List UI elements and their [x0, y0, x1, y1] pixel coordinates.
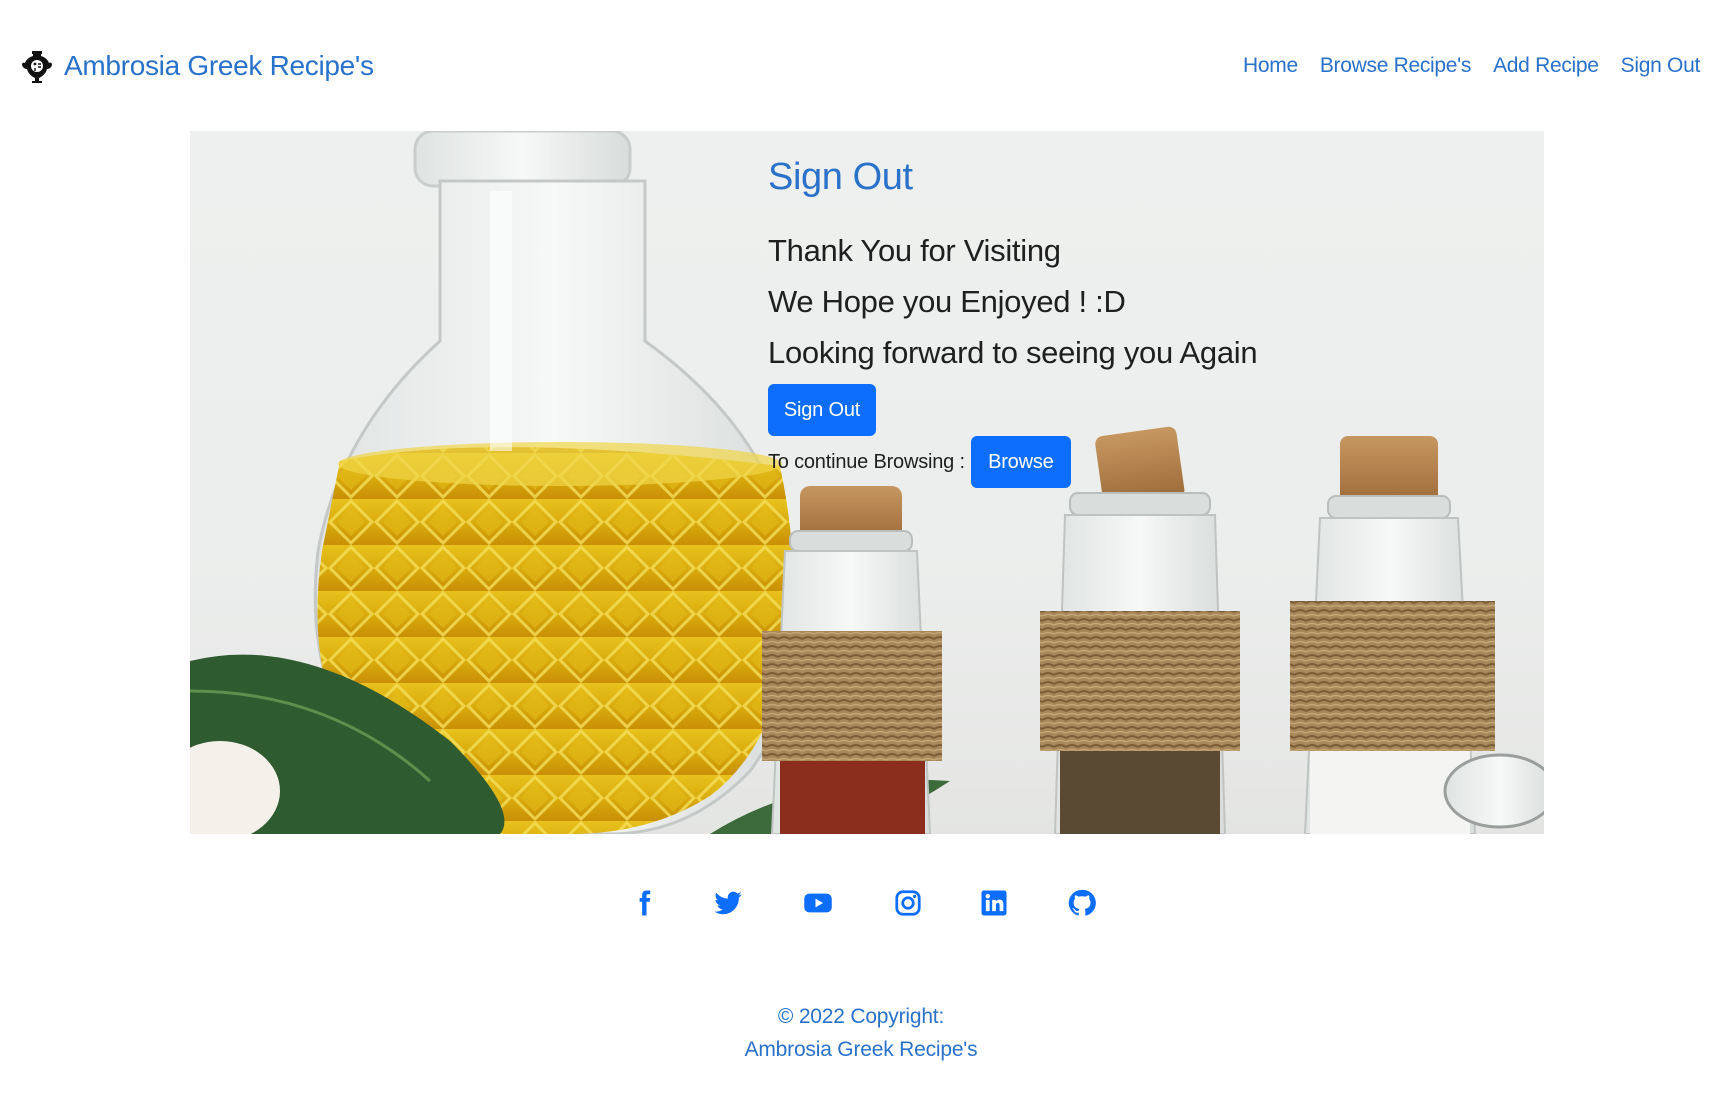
brand-title: Ambrosia Greek Recipe's	[64, 50, 374, 81]
nav-sign-out-link[interactable]: Sign Out	[1621, 54, 1701, 78]
footer-site-link[interactable]: Ambrosia Greek Recipe's	[0, 1033, 1722, 1066]
browse-button[interactable]: Browse	[970, 436, 1071, 488]
nav-home-link[interactable]: Home	[1243, 54, 1298, 78]
page-title: Sign Out	[768, 156, 913, 198]
nav-browse-recipes-link[interactable]: Browse Recipe's	[1320, 54, 1472, 78]
instagram-icon[interactable]	[890, 885, 926, 921]
greek-amphora-icon	[22, 51, 52, 83]
navbar: Ambrosia Greek Recipe's Home Browse Reci…	[0, 0, 1722, 132]
looking-forward-message: Looking forward to seeing you Again	[768, 335, 1258, 370]
footer: © 2022 Copyright: Ambrosia Greek Recipe'…	[0, 1000, 1722, 1066]
nav-links: Home Browse Recipe's Add Recipe Sign Out	[1243, 54, 1700, 78]
social-links	[0, 885, 1722, 925]
nav-add-recipe-link[interactable]: Add Recipe	[1493, 54, 1599, 78]
github-icon[interactable]	[1064, 885, 1100, 921]
linkedin-icon[interactable]	[976, 885, 1012, 921]
continue-browsing-label: To continue Browsing :	[768, 450, 965, 473]
enjoyed-message: We Hope you Enjoyed ! :D	[768, 284, 1126, 319]
continue-browsing-row: To continue Browsing : Browse	[768, 436, 1468, 488]
copyright-text: © 2022 Copyright:	[777, 1005, 945, 1028]
brand-link[interactable]: Ambrosia Greek Recipe's	[20, 49, 374, 83]
thank-you-message: Thank You for Visiting	[768, 233, 1061, 268]
hero-banner: Sign Out Thank You for Visiting We Hope …	[190, 131, 1544, 834]
twitter-icon[interactable]	[710, 885, 746, 921]
facebook-icon[interactable]	[626, 885, 662, 921]
sign-out-panel: Sign Out Thank You for Visiting We Hope …	[768, 155, 1468, 488]
sign-out-button[interactable]: Sign Out	[768, 384, 876, 436]
youtube-icon[interactable]	[800, 885, 836, 921]
